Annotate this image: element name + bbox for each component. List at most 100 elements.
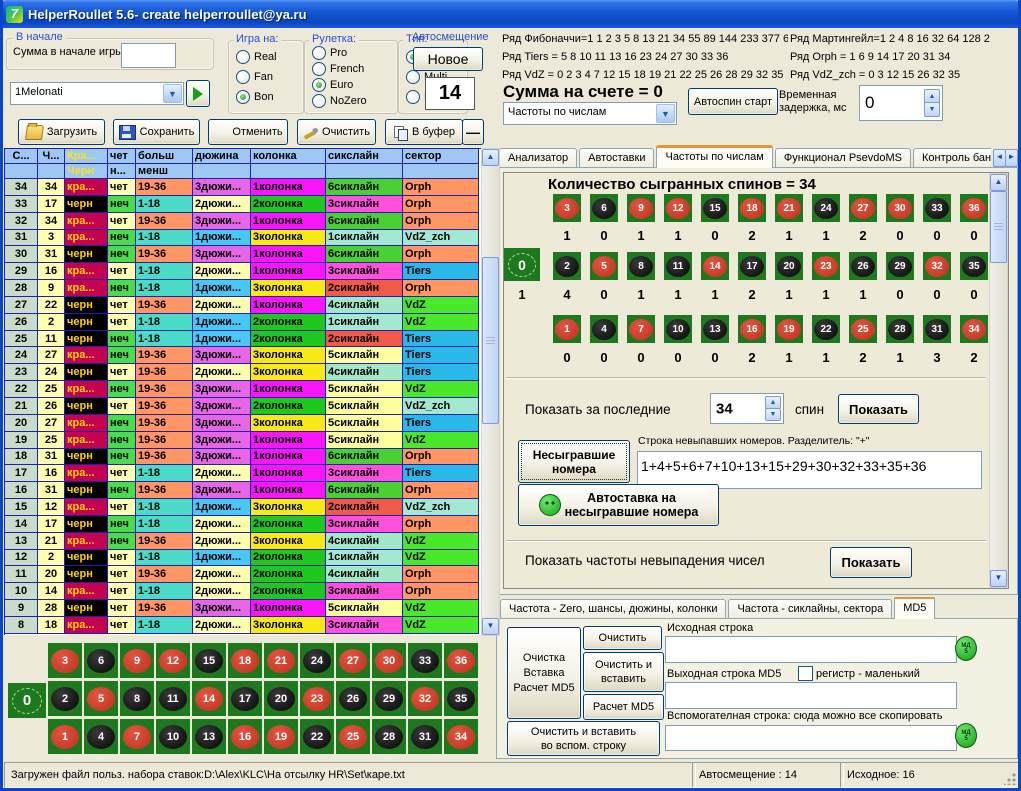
board-cell-0[interactable]: 0: [8, 683, 46, 718]
number-cell-16[interactable]: 16: [228, 719, 262, 754]
delay-spinner[interactable]: 0 ▲ ▼: [859, 85, 943, 121]
number-cell-12[interactable]: 12: [156, 643, 190, 678]
number-cell-6[interactable]: 6: [590, 194, 618, 222]
number-cell-5[interactable]: 5: [590, 252, 618, 280]
number-cell-33[interactable]: 33: [923, 194, 951, 222]
table-row[interactable]: 1014кра...чет1-182дюжи...2колонка3сиклай…: [5, 583, 482, 600]
scroll-up-icon[interactable]: ▲: [482, 149, 499, 166]
md5-clear-insert-button[interactable]: Очистить и вставить: [583, 652, 664, 692]
main-tab-2[interactable]: Частоты по числам: [656, 145, 772, 168]
md5-clear-insert-aux-button[interactable]: Очистить и вставить во вспом. строку: [507, 721, 660, 756]
main-tab-0[interactable]: Анализатор: [499, 148, 577, 168]
radio-option-real[interactable]: Real: [228, 50, 302, 64]
number-cell-10[interactable]: 10: [664, 315, 692, 343]
number-cell-7[interactable]: 7: [627, 315, 655, 343]
md5-calc-icon[interactable]: МД5: [955, 636, 977, 661]
table-row[interactable]: 262чернчет1-181дюжи...2колонка1сиклайнVd…: [5, 314, 482, 331]
number-cell-29[interactable]: 29: [886, 252, 914, 280]
scrollbar-thumb[interactable]: [482, 257, 499, 424]
number-cell-13[interactable]: 13: [192, 719, 226, 754]
number-cell-1[interactable]: 1: [553, 315, 581, 343]
spin-down-icon[interactable]: ▼: [765, 408, 781, 421]
table-row[interactable]: 1417черннеч1-182дюжи...2колонка3сиклайнO…: [5, 516, 482, 533]
number-cell-9[interactable]: 9: [627, 194, 655, 222]
number-cell-1[interactable]: 1: [48, 719, 82, 754]
register-checkbox[interactable]: [798, 666, 813, 681]
number-cell-21[interactable]: 21: [264, 643, 298, 678]
table-row[interactable]: 2324чернчет19-362дюжи...3колонка4сиклайн…: [5, 364, 482, 381]
start-sum-input[interactable]: [121, 43, 176, 68]
titlebar[interactable]: 7 HelperRoullet 5.6- create helperroulle…: [0, 0, 1021, 28]
scrollbar-thumb[interactable]: [990, 191, 1007, 263]
autobet-unplayed-button[interactable]: Автоставка на несыгравшие номера: [518, 484, 719, 526]
number-cell-14[interactable]: 14: [192, 681, 226, 716]
md5-aux-icon[interactable]: МД5: [955, 723, 977, 748]
toolbar-button-open-folder[interactable]: Загрузить: [18, 119, 105, 145]
play-button[interactable]: [186, 80, 210, 107]
number-cell-36[interactable]: 36: [960, 194, 988, 222]
number-cell-19[interactable]: 19: [264, 719, 298, 754]
number-cell-28[interactable]: 28: [372, 719, 406, 754]
bottom-tab-2[interactable]: MD5: [894, 597, 935, 619]
table-row[interactable]: 1631черннеч19-363дюжи...1колонка6сиклайн…: [5, 482, 482, 499]
table-row[interactable]: 1120чернчет19-362дюжи...2колонка4сиклайн…: [5, 566, 482, 583]
number-cell-14[interactable]: 14: [701, 252, 729, 280]
number-cell-11[interactable]: 11: [664, 252, 692, 280]
mode-combo[interactable]: Частоты по числам ▼: [503, 102, 677, 125]
bottom-tab-0[interactable]: Частота - Zero, шансы, дюжины, колонки: [500, 599, 726, 619]
tab-scroll-right-icon[interactable]: ►: [1005, 149, 1018, 167]
number-cell-27[interactable]: 27: [849, 194, 877, 222]
number-cell-32[interactable]: 32: [408, 681, 442, 716]
radio-option-bon[interactable]: Bon: [228, 90, 302, 104]
table-row[interactable]: 2027кра...неч19-363дюжи...3колонка5сикла…: [5, 415, 482, 432]
number-cell-4[interactable]: 4: [590, 315, 618, 343]
table-row[interactable]: 1321кра...неч19-362дюжи...3колонка4сикла…: [5, 533, 482, 550]
table-row[interactable]: 2511черннеч1-181дюжи...2колонка2сиклайнT…: [5, 331, 482, 348]
number-cell-10[interactable]: 10: [156, 719, 190, 754]
number-cell-6[interactable]: 6: [84, 643, 118, 678]
number-cell-9[interactable]: 9: [120, 643, 154, 678]
table-row[interactable]: 818кра...чет1-182дюжи...3колонка3сиклайн…: [5, 617, 482, 634]
freq-scrollbar[interactable]: ▲ ▼: [989, 173, 1008, 588]
number-cell-3[interactable]: 3: [553, 194, 581, 222]
table-row[interactable]: 1716кра...чет1-182дюжи...1колонка3сиклай…: [5, 465, 482, 482]
show-last-spinner[interactable]: 34 ▲ ▼: [710, 393, 784, 424]
number-cell-11[interactable]: 11: [156, 681, 190, 716]
number-cell-24[interactable]: 24: [300, 643, 334, 678]
number-cell-18[interactable]: 18: [228, 643, 262, 678]
number-cell-23[interactable]: 23: [812, 252, 840, 280]
number-cell-29[interactable]: 29: [372, 681, 406, 716]
number-cell-15[interactable]: 15: [701, 194, 729, 222]
number-cell-35[interactable]: 35: [960, 252, 988, 280]
main-tab-4[interactable]: Контроль банкро: [913, 148, 991, 168]
table-row[interactable]: 289кра...неч1-181дюжи...3колонка2сиклайн…: [5, 280, 482, 297]
resize-grip[interactable]: [1004, 773, 1016, 785]
md5-output-input[interactable]: [665, 682, 957, 709]
number-cell-25[interactable]: 25: [336, 719, 370, 754]
number-cell-26[interactable]: 26: [849, 252, 877, 280]
chevron-down-icon[interactable]: ▼: [656, 104, 675, 123]
number-cell-22[interactable]: 22: [300, 719, 334, 754]
number-cell-17[interactable]: 17: [228, 681, 262, 716]
toolbar-button-undo[interactable]: Отменить: [208, 119, 288, 145]
number-cell-20[interactable]: 20: [264, 681, 298, 716]
spins-table[interactable]: С...Ч...Кра...четбольшдюжинаколонкасиксл…: [4, 148, 482, 635]
show-button[interactable]: Показать: [838, 394, 919, 424]
bottom-tab-1[interactable]: Частота - сиклайны, сектора: [728, 599, 892, 619]
radio-option-euro[interactable]: Euro: [304, 78, 396, 92]
radio-option-fan[interactable]: Fan: [228, 70, 302, 84]
number-cell-13[interactable]: 13: [701, 315, 729, 343]
number-cell-18[interactable]: 18: [738, 194, 766, 222]
number-cell-5[interactable]: 5: [84, 681, 118, 716]
radio-option-nozero[interactable]: NoZero: [304, 94, 396, 108]
number-cell-24[interactable]: 24: [812, 194, 840, 222]
preset-combo[interactable]: 1Melonati ▼: [10, 82, 184, 105]
table-row[interactable]: 3031черннеч19-363дюжи...1колонка6сиклайн…: [5, 246, 482, 263]
table-row[interactable]: 3234кра...чет19-363дюжи...1колонка6сикла…: [5, 213, 482, 230]
number-cell-20[interactable]: 20: [775, 252, 803, 280]
md5-clear-insert-calc-button[interactable]: Очистка Вставка Расчет MD5: [507, 627, 581, 719]
number-cell-22[interactable]: 22: [812, 315, 840, 343]
new-button[interactable]: Новое: [413, 47, 483, 71]
number-cell-19[interactable]: 19: [775, 315, 803, 343]
table-row[interactable]: 1512кра...чет1-181дюжи...3колонка2сиклай…: [5, 499, 482, 516]
